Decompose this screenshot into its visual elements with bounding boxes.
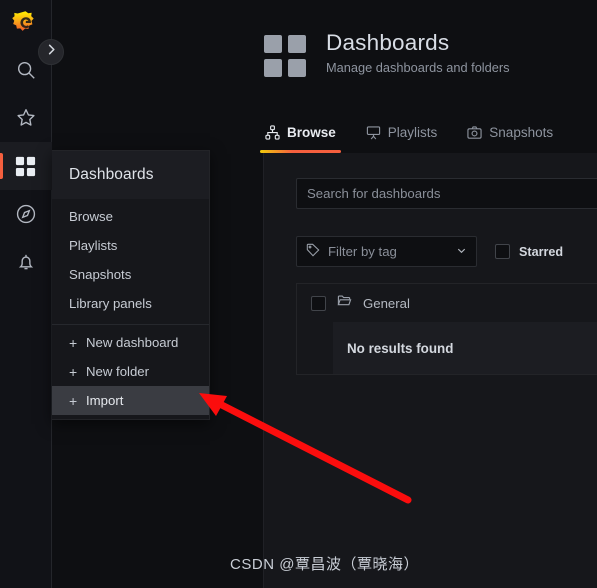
sidebar-item-explore[interactable]: [0, 190, 52, 238]
dashboards-grid-icon: [262, 33, 308, 84]
page-title: Dashboards: [326, 30, 450, 55]
dropdown-actions-section: + New dashboard + New folder + Import: [52, 325, 209, 419]
bell-icon: [15, 251, 37, 273]
star-icon: [15, 107, 37, 129]
page-header: Dashboards Manage dashboards and folders: [262, 30, 510, 84]
search-input[interactable]: [296, 178, 597, 209]
search-row: [296, 178, 597, 209]
empty-results-message: No results found: [333, 322, 597, 374]
grafana-app-window: Dashboards Manage dashboards and folders…: [0, 0, 597, 588]
tab-snapshots[interactable]: Snapshots: [465, 119, 555, 153]
dashboards-grid-icon: [14, 155, 37, 178]
sidebar-item-dashboards[interactable]: [0, 142, 52, 190]
menu-item-library-panels-label: Library panels: [69, 296, 152, 311]
plus-icon: +: [69, 363, 78, 380]
filter-row: Filter by tag Starred: [296, 236, 563, 267]
dropdown-header[interactable]: Dashboards: [52, 151, 209, 199]
page-subtitle: Manage dashboards and folders: [326, 59, 510, 75]
plus-icon: +: [69, 392, 78, 409]
menu-item-playlists[interactable]: Playlists: [52, 231, 209, 260]
tag-filter-select[interactable]: Filter by tag: [296, 236, 477, 267]
logo-slot[interactable]: [0, 0, 52, 46]
tab-playlists[interactable]: Playlists: [364, 119, 440, 153]
dropdown-links-section: Browse Playlists Snapshots Library panel…: [52, 199, 209, 322]
tag-icon: [306, 243, 320, 260]
tag-filter-label: Filter by tag: [328, 244, 397, 259]
menu-item-browse[interactable]: Browse: [52, 202, 209, 231]
chevron-down-icon: [456, 244, 467, 259]
menu-item-snapshots-label: Snapshots: [69, 267, 132, 282]
starred-checkbox[interactable]: [495, 244, 510, 259]
tab-browse[interactable]: Browse: [260, 119, 341, 153]
expand-sidebar-button[interactable]: [38, 39, 64, 65]
menu-item-library-panels[interactable]: Library panels: [52, 289, 209, 318]
search-icon: [15, 59, 37, 81]
tab-bar: Browse Playlists Snapshots: [260, 119, 555, 153]
compass-icon: [15, 203, 37, 225]
folder-row-general[interactable]: General: [297, 284, 597, 322]
menu-item-import-label: Import: [86, 393, 124, 408]
dashboards-dropdown-menu: Dashboards Browse Playlists Snapshots Li…: [52, 150, 210, 420]
camera-icon: [467, 125, 482, 140]
sitemap-icon: [265, 124, 280, 140]
tab-browse-label: Browse: [287, 124, 336, 140]
menu-item-playlists-label: Playlists: [69, 238, 118, 253]
presentation-icon: [366, 125, 381, 140]
nav-rail: [0, 0, 52, 588]
menu-item-snapshots[interactable]: Snapshots: [52, 260, 209, 289]
starred-filter[interactable]: Starred: [495, 244, 563, 259]
results-card: General No results found: [296, 283, 597, 375]
menu-item-new-dashboard-label: New dashboard: [86, 335, 179, 350]
tab-playlists-label: Playlists: [387, 124, 438, 140]
menu-item-new-dashboard[interactable]: + New dashboard: [52, 328, 209, 357]
menu-item-browse-label: Browse: [69, 209, 113, 224]
sidebar-item-alerting[interactable]: [0, 238, 52, 286]
dashboards-browse-panel: Filter by tag Starred: [263, 153, 597, 588]
folder-icon: [337, 293, 352, 313]
menu-item-new-folder[interactable]: + New folder: [52, 357, 209, 386]
chevron-right-icon: [45, 43, 58, 61]
menu-item-import[interactable]: + Import: [52, 386, 209, 415]
grafana-logo-icon: [12, 10, 39, 37]
tab-snapshots-label: Snapshots: [489, 124, 554, 140]
folder-checkbox[interactable]: [311, 295, 326, 311]
starred-label: Starred: [519, 244, 564, 259]
menu-item-new-folder-label: New folder: [86, 364, 150, 379]
plus-icon: +: [69, 334, 78, 351]
watermark-text: CSDN @覃昌波（覃晓海）: [230, 556, 419, 573]
folder-name: General: [363, 295, 410, 311]
sidebar-item-starred[interactable]: [0, 94, 52, 142]
